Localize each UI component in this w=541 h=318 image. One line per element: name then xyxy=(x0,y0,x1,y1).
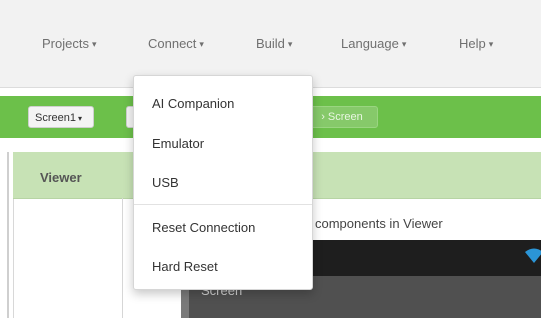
menu-build-label: Build xyxy=(256,36,285,51)
menu-item-hard-reset[interactable]: Hard Reset xyxy=(152,259,218,274)
wifi-icon xyxy=(525,248,541,263)
connect-dropdown-menu: AI Companion Emulator USB Reset Connecti… xyxy=(133,75,313,290)
menu-divider xyxy=(134,204,312,205)
chevron-down-icon: ▾ xyxy=(77,114,82,123)
menu-projects[interactable]: Projects ▾ xyxy=(42,36,97,51)
menu-help[interactable]: Help ▾ xyxy=(459,36,493,51)
menu-item-reset-connection[interactable]: Reset Connection xyxy=(152,220,255,235)
chevron-down-icon: ▾ xyxy=(91,39,97,49)
viewer-title: Viewer xyxy=(40,170,82,185)
menu-item-usb[interactable]: USB xyxy=(152,175,179,190)
hidden-components-checkbox-label[interactable]: components in Viewer xyxy=(315,216,443,231)
chevron-down-icon: ▾ xyxy=(199,39,204,49)
palette-panel-edge xyxy=(7,152,9,318)
menu-item-ai-companion[interactable]: AI Companion xyxy=(152,96,234,111)
menu-language-label: Language xyxy=(341,36,399,51)
menu-build[interactable]: Build ▾ xyxy=(256,36,292,51)
menu-item-emulator[interactable]: Emulator xyxy=(152,136,204,151)
screen-select-dropdown[interactable]: Screen1 ▾ xyxy=(28,106,94,128)
column-divider xyxy=(122,198,123,318)
menu-connect[interactable]: Connect ▾ xyxy=(148,36,204,51)
menu-connect-label: Connect xyxy=(148,36,197,51)
chevron-down-icon: ▾ xyxy=(401,39,407,49)
menu-help-label: Help xyxy=(459,36,486,51)
chevron-down-icon: ▾ xyxy=(488,39,494,49)
screen-select-value: Screen1 xyxy=(35,112,76,124)
menu-projects-label: Projects xyxy=(42,36,89,51)
menu-language[interactable]: Language ▾ xyxy=(341,36,406,51)
chevron-down-icon: ▾ xyxy=(287,39,293,49)
